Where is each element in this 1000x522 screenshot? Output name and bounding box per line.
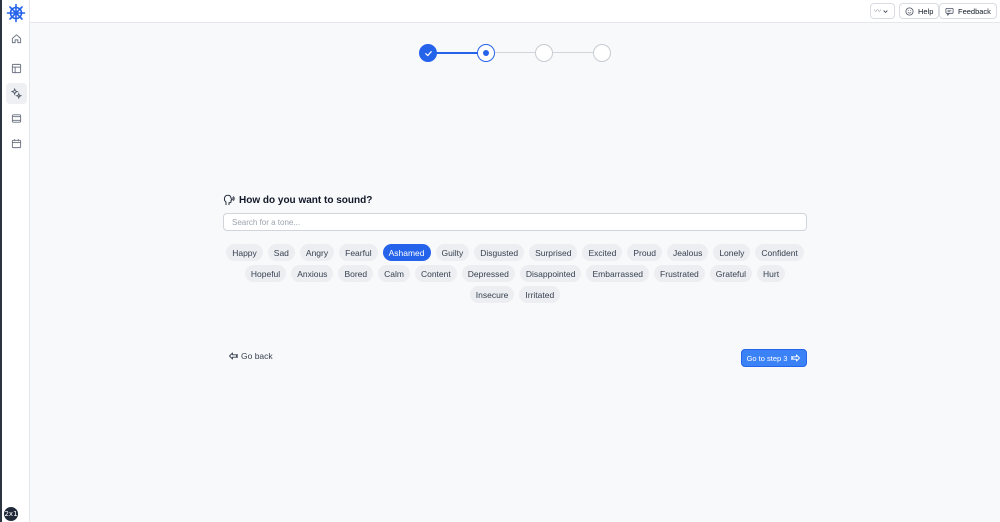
next-step-label: Go to step 3 xyxy=(746,353,788,363)
sparkle-icon xyxy=(11,88,22,99)
arrow-left-icon xyxy=(229,352,238,360)
window-icon xyxy=(11,114,22,123)
tone-chip-fearful[interactable]: Fearful xyxy=(339,244,378,261)
help-button[interactable]: Help xyxy=(899,3,940,19)
tone-chip-sad[interactable]: Sad xyxy=(267,244,295,261)
help-label: Help xyxy=(918,6,934,16)
speaking-head-icon xyxy=(223,194,235,205)
message-icon xyxy=(945,7,954,16)
tone-chip-ashamed[interactable]: Ashamed xyxy=(382,244,431,261)
sidebar-item-tone[interactable] xyxy=(6,83,27,104)
sidebar: 2x1 xyxy=(0,0,30,522)
layout-icon xyxy=(11,63,22,74)
next-step-button[interactable]: Go to step 3 xyxy=(741,349,807,367)
sidebar-item-layout[interactable] xyxy=(6,58,27,79)
tone-chip-confident[interactable]: Confident xyxy=(755,244,804,261)
question-heading: How do you want to sound? xyxy=(223,194,372,206)
arrow-right-icon xyxy=(791,354,801,362)
progress-stepper xyxy=(417,43,613,63)
step-1-complete[interactable] xyxy=(419,44,437,62)
tone-chip-content[interactable]: Content xyxy=(414,265,457,282)
tone-chip-excited[interactable]: Excited xyxy=(582,244,623,261)
tone-chip-anxious[interactable]: Anxious xyxy=(291,265,334,282)
tone-chip-disappointed[interactable]: Disappointed xyxy=(519,265,582,282)
tone-list: Happy Sad Angry Fearful Ashamed Guilty Disgust… xyxy=(223,244,807,303)
tone-chip-surprised[interactable]: Surprised xyxy=(529,244,578,261)
tone-chip-bored[interactable]: Bored xyxy=(338,265,374,282)
feedback-label: Feedback xyxy=(958,6,991,16)
stepper-line-2 xyxy=(495,52,536,53)
ship-wheel-icon[interactable] xyxy=(6,3,26,23)
smile-icon xyxy=(905,6,914,16)
check-icon xyxy=(424,50,432,56)
calendar-icon xyxy=(11,139,22,149)
current-step-dot xyxy=(483,50,489,56)
feedback-button[interactable]: Feedback xyxy=(939,3,997,19)
tone-chip-calm[interactable]: Calm xyxy=(378,265,410,282)
status-badge[interactable]: 2x1 xyxy=(4,507,18,521)
tone-chip-lonely[interactable]: Lonely xyxy=(713,244,751,261)
tone-chip-guilty[interactable]: Guilty xyxy=(435,244,470,261)
tone-chip-grateful[interactable]: Grateful xyxy=(709,265,753,282)
go-back-label: Go back xyxy=(241,351,273,361)
stepper-line-3 xyxy=(553,52,594,53)
top-bar: 〰 Help Feedback xyxy=(30,0,1000,23)
sidebar-item-calendar[interactable] xyxy=(6,133,27,154)
chevron-down-icon xyxy=(883,9,888,13)
stepper-line-1 xyxy=(435,52,478,54)
tone-chip-irritated[interactable]: Irritated xyxy=(519,286,561,303)
tone-search-input[interactable] xyxy=(223,213,807,231)
home-icon xyxy=(11,34,22,44)
question-text: How do you want to sound? xyxy=(239,194,373,206)
tone-chip-proud[interactable]: Proud xyxy=(627,244,663,261)
step-3[interactable] xyxy=(535,44,553,62)
wave-icon: 〰 xyxy=(874,8,881,15)
step-4[interactable] xyxy=(593,44,611,62)
tone-chip-angry[interactable]: Angry xyxy=(299,244,335,261)
tone-chip-embarrassed[interactable]: Embarrassed xyxy=(586,265,650,282)
tone-chip-happy[interactable]: Happy xyxy=(226,244,263,261)
tone-chip-insecure[interactable]: Insecure xyxy=(469,286,515,303)
tone-chip-hurt[interactable]: Hurt xyxy=(757,265,786,282)
sidebar-item-window[interactable] xyxy=(6,108,27,129)
step-2-current[interactable] xyxy=(477,44,495,62)
sidebar-item-home[interactable] xyxy=(6,28,27,49)
tone-chip-frustrated[interactable]: Frustrated xyxy=(654,265,705,282)
tone-chip-depressed[interactable]: Depressed xyxy=(461,265,515,282)
tone-chip-jealous[interactable]: Jealous xyxy=(667,244,709,261)
tone-chip-disgusted[interactable]: Disgusted xyxy=(474,244,525,261)
wave-selector-dropdown[interactable]: 〰 xyxy=(870,3,895,19)
go-back-button[interactable]: Go back xyxy=(228,351,273,361)
tone-chip-hopeful[interactable]: Hopeful xyxy=(244,265,287,282)
